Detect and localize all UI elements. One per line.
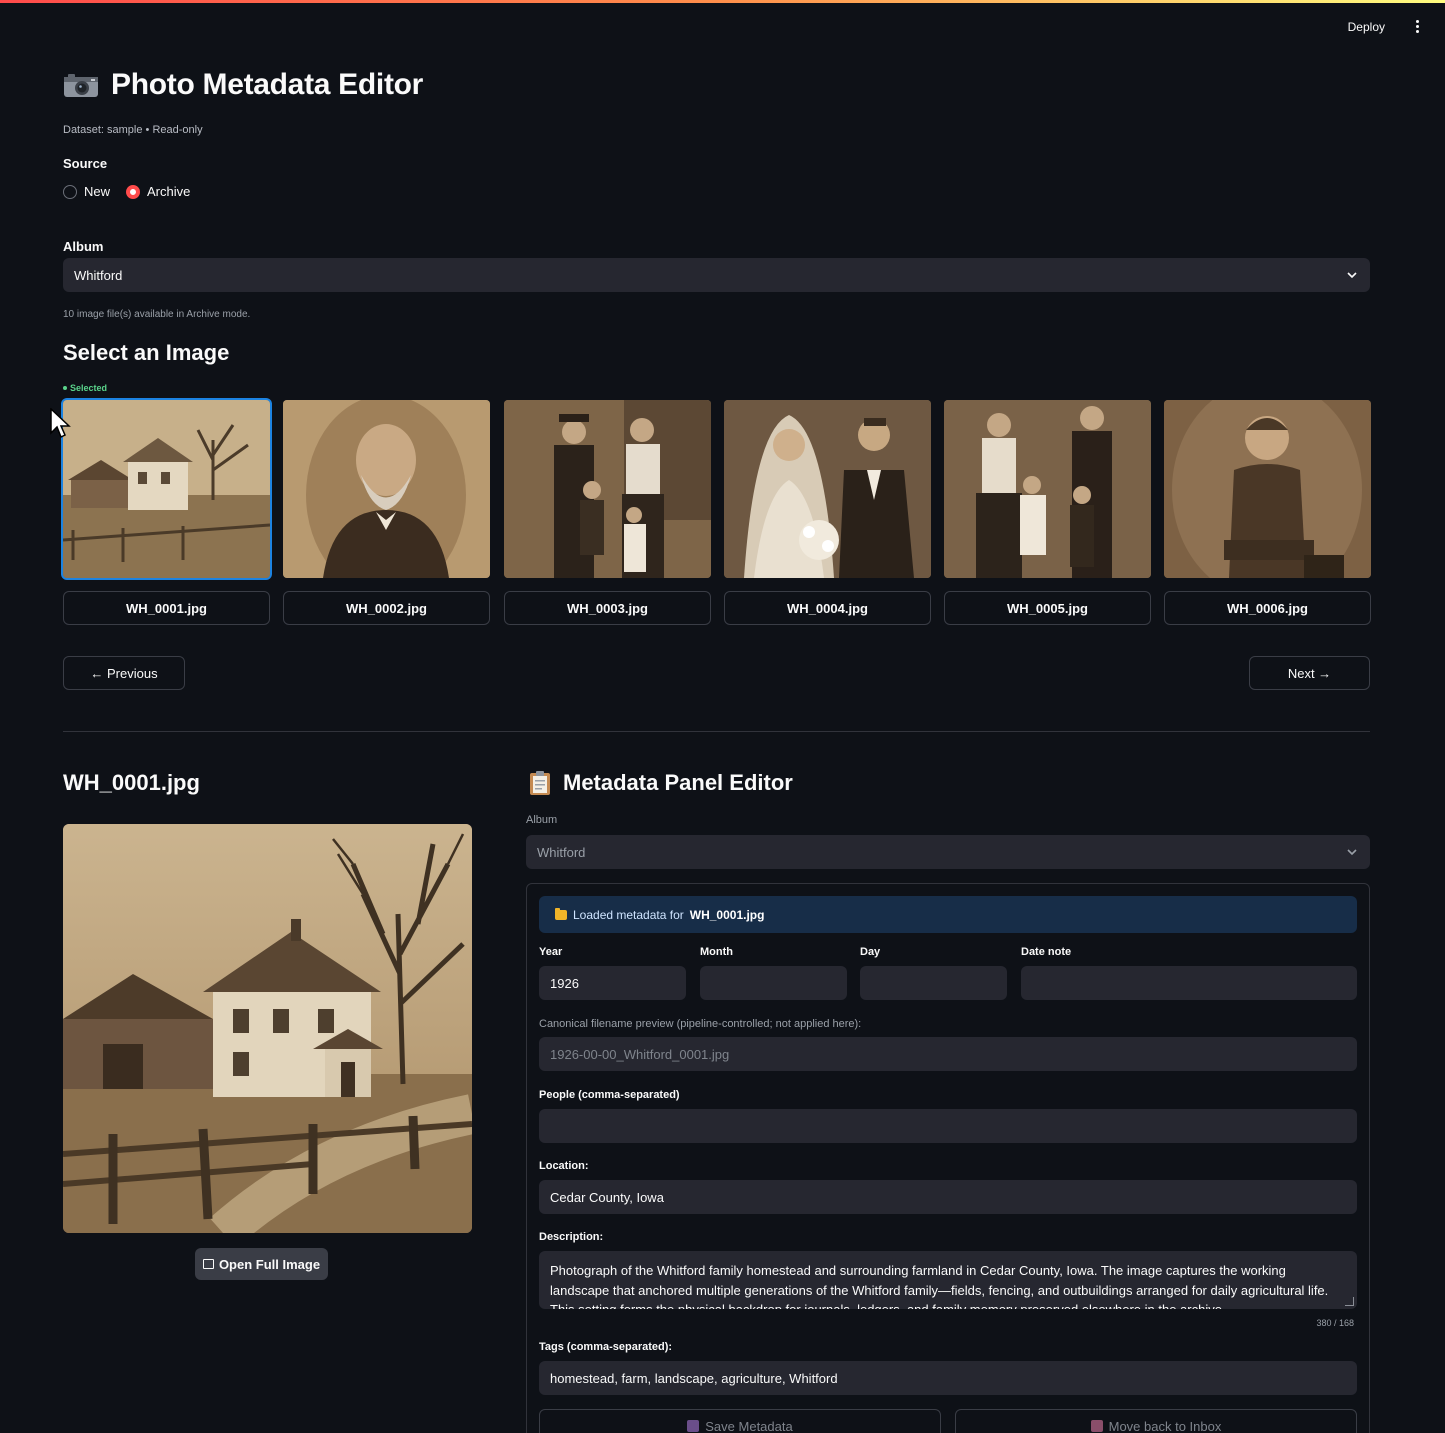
date-note-input[interactable] (1021, 966, 1357, 1000)
open-full-image-button[interactable]: Open Full Image (195, 1248, 328, 1280)
metadata-album-value: Whitford (537, 844, 586, 860)
select-image-button[interactable]: WH_0001.jpg (63, 591, 270, 625)
description-text: Photograph of the Whitford family homest… (550, 1263, 1329, 1309)
info-banner: Loaded metadata for WH_0001.jpg (539, 896, 1357, 933)
source-radio-group: New Archive (63, 184, 190, 199)
year-input[interactable]: 1926 (539, 966, 686, 1000)
availability-note: 10 image file(s) available in Archive mo… (63, 309, 251, 320)
select-image-button[interactable]: WH_0005.jpg (944, 591, 1151, 625)
selected-badge: Selected (63, 383, 107, 393)
metadata-panel-heading: Metadata Panel Editor (529, 770, 793, 796)
album-select-value: Whitford (74, 267, 123, 283)
thumbnail-wh-0001[interactable] (63, 400, 270, 578)
next-button[interactable]: Next → (1249, 656, 1370, 690)
location-input[interactable]: Cedar County, Iowa (539, 1180, 1357, 1214)
year-label: Year (539, 946, 563, 958)
page-subtitle: Dataset: sample • Read-only (63, 124, 203, 136)
previous-button[interactable]: ← Previous (63, 656, 185, 690)
preview-filename-heading: WH_0001.jpg (63, 770, 200, 795)
metadata-heading-text: Metadata Panel Editor (563, 770, 793, 795)
frame-icon (202, 1259, 214, 1269)
image-preview (63, 824, 472, 1233)
mouse-cursor-icon (50, 408, 71, 439)
folder-icon (555, 907, 567, 920)
canonical-filename-field: 1926-00-00_Whitford_0001.jpg (539, 1037, 1357, 1071)
radio-unchecked-icon (63, 184, 77, 199)
deploy-button[interactable]: Deploy (1344, 18, 1389, 36)
select-image-button[interactable]: WH_0004.jpg (724, 591, 931, 625)
description-textarea[interactable]: Photograph of the Whitford family homest… (539, 1251, 1357, 1309)
month-label: Month (700, 946, 733, 958)
radio-checked-icon (126, 184, 141, 199)
status-dot-icon (63, 386, 67, 390)
resize-handle-icon[interactable] (1345, 1297, 1354, 1306)
album-select[interactable]: Whitford (63, 258, 1370, 292)
thumbnail-wh-0002[interactable] (283, 400, 490, 578)
canonical-filename-label: Canonical filename preview (pipeline-con… (539, 1018, 862, 1030)
day-label: Day (860, 946, 881, 958)
location-label: Location: (539, 1160, 589, 1172)
source-option-label: New (84, 184, 111, 199)
thumbnail-wh-0004[interactable] (724, 400, 931, 578)
source-radio-new[interactable]: New (63, 184, 110, 199)
section-divider (63, 731, 1370, 732)
thumbnail-wh-0003[interactable] (504, 400, 711, 578)
source-option-label: Archive (147, 184, 191, 199)
image-gallery: WH_0001.jpg WH_0002.jpg WH_0003.jpg WH_0… (63, 400, 1371, 626)
main-menu-icon[interactable] (1409, 16, 1425, 36)
page-title-row: Photo Metadata Editor (63, 68, 423, 102)
metadata-album-label: Album (526, 814, 558, 826)
metadata-form: Loaded metadata for WH_0001.jpg Year 192… (526, 883, 1370, 1433)
thumbnail-wh-0005[interactable] (944, 400, 1151, 578)
tags-label: Tags (comma-separated): (539, 1341, 673, 1353)
page-title: Photo Metadata Editor (111, 68, 424, 101)
source-radio-archive[interactable]: Archive (126, 184, 190, 199)
source-label: Source (63, 156, 108, 171)
month-input[interactable] (700, 966, 847, 1000)
save-metadata-button[interactable]: Save Metadata (539, 1409, 941, 1433)
camera-icon (64, 74, 98, 97)
floppy-disk-icon (687, 1420, 700, 1432)
chevron-down-icon (1347, 272, 1357, 279)
description-char-count: 380 / 168 (1316, 1318, 1354, 1328)
people-label: People (comma-separated) (539, 1089, 680, 1101)
people-input[interactable] (539, 1109, 1357, 1143)
select-image-button[interactable]: WH_0003.jpg (504, 591, 711, 625)
metadata-album-select[interactable]: Whitford (526, 835, 1370, 869)
gallery-heading: Select an Image (63, 340, 230, 365)
app-header-accent (0, 0, 1445, 3)
description-label: Description: (539, 1231, 604, 1243)
move-to-inbox-button[interactable]: Move back to Inbox (955, 1409, 1357, 1433)
select-image-button[interactable]: WH_0006.jpg (1164, 591, 1371, 625)
chevron-down-icon (1347, 849, 1357, 856)
day-input[interactable] (860, 966, 1007, 1000)
banner-filename: WH_0001.jpg (689, 907, 765, 922)
inbox-icon (1090, 1420, 1103, 1432)
tags-input[interactable]: homestead, farm, landscape, agriculture,… (539, 1361, 1357, 1395)
thumbnail-wh-0006[interactable] (1164, 400, 1371, 578)
select-image-button[interactable]: WH_0002.jpg (283, 591, 490, 625)
album-label: Album (63, 239, 104, 254)
clipboard-icon (530, 771, 550, 795)
date-note-label: Date note (1021, 946, 1072, 958)
